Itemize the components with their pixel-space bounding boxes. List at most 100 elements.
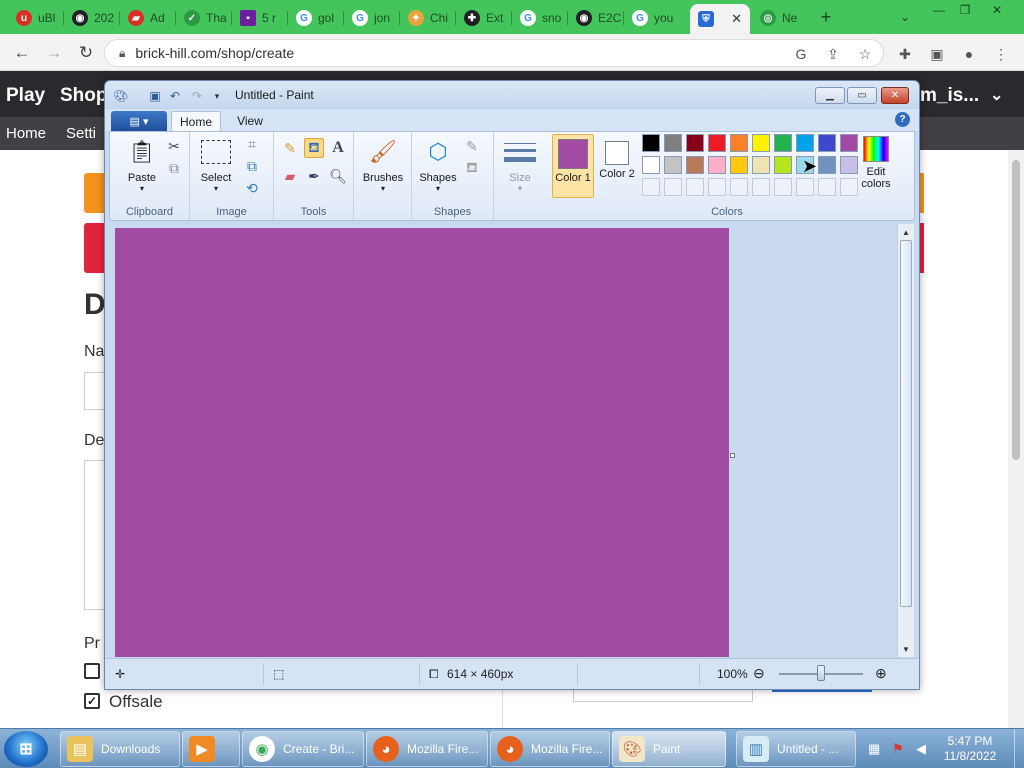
palette-swatch[interactable] — [730, 156, 748, 174]
close-tab-icon[interactable]: ✕ — [731, 11, 742, 27]
palette-custom-swatch[interactable] — [642, 178, 660, 196]
nav-username[interactable]: m_is... — [920, 85, 979, 107]
zoom-in-icon[interactable]: ⊕ — [875, 665, 887, 682]
browser-tab[interactable]: u uBl — [8, 6, 64, 30]
paint-canvas[interactable] — [115, 228, 729, 657]
price-checkbox[interactable] — [84, 663, 100, 679]
chevron-down-icon[interactable]: ⌄ — [990, 85, 1003, 105]
palette-swatch[interactable] — [664, 134, 682, 152]
paint-title-bar[interactable]: 🎨︎ ▣ ↶ ↷ ▾ Untitled - Paint ▁ ▭ ✕ — [105, 81, 919, 109]
color-picker-icon[interactable]: ✒ — [304, 166, 324, 186]
browser-tab[interactable]: Gjon — [344, 6, 400, 30]
paint-maximize-button[interactable]: ▭ — [847, 87, 877, 104]
undo-icon[interactable]: ↶ — [167, 88, 183, 104]
browser-tab[interactable]: Gsno — [512, 6, 568, 30]
palette-swatch[interactable] — [708, 134, 726, 152]
browser-tab[interactable]: ◉ E2C — [568, 6, 624, 30]
palette-swatch[interactable] — [752, 134, 770, 152]
action-center-icon[interactable]: ⚑ — [892, 741, 904, 757]
browser-restore-button[interactable]: ❐ — [952, 2, 978, 18]
name-input[interactable] — [84, 372, 106, 410]
palette-swatch[interactable] — [664, 156, 682, 174]
zoom-out-icon[interactable]: ⊖ — [753, 665, 765, 682]
eraser-icon[interactable]: ▰ — [280, 166, 300, 186]
browser-close-button[interactable]: ✕ — [984, 2, 1010, 18]
palette-swatch[interactable] — [752, 156, 770, 174]
offsale-checkbox[interactable]: ✓ — [84, 693, 100, 709]
outline-icon[interactable]: ✎ — [462, 136, 482, 156]
paste-button[interactable]: 📋︎ Paste ▾ — [120, 136, 164, 193]
volume-icon[interactable]: ◀ — [916, 741, 926, 757]
redo-icon[interactable]: ↷ — [189, 88, 205, 104]
canvas-resize-handle[interactable] — [730, 453, 735, 458]
tab-view[interactable]: View — [227, 111, 273, 131]
browser-tab[interactable]: ▰ Ad — [120, 6, 176, 30]
site-orange-button[interactable] — [84, 173, 106, 213]
taskbar-item-firefox[interactable]: ◕ Mozilla Fire... — [490, 731, 610, 767]
taskbar-item-notepad[interactable]: ▥ Untitled - ... — [736, 731, 856, 767]
pencil-icon[interactable]: ✎ — [280, 138, 300, 158]
site-red-button[interactable] — [84, 223, 106, 273]
more-menu-icon[interactable]: ⋮ — [992, 45, 1010, 63]
browser-tab[interactable]: ▪ 5 r — [232, 6, 288, 30]
browser-tab[interactable]: ✦ Chi — [400, 6, 456, 30]
page-scrollbar-thumb[interactable] — [1012, 160, 1020, 460]
palette-custom-swatch[interactable] — [796, 178, 814, 196]
select-button[interactable]: Select ▾ — [196, 136, 236, 193]
fill-icon[interactable]: ⛾ — [462, 158, 482, 178]
save-icon[interactable]: ▣ — [147, 88, 163, 104]
extensions-icon[interactable]: ✚ — [896, 45, 914, 63]
scroll-down-icon[interactable]: ▼ — [898, 642, 914, 656]
side-panel-icon[interactable]: ▣ — [928, 45, 946, 63]
subnav-home-link[interactable]: Home — [6, 125, 46, 142]
forward-button[interactable]: → — [42, 41, 66, 65]
help-icon[interactable]: ? — [895, 112, 910, 127]
brushes-button[interactable]: 🖌︎ Brushes ▾ — [360, 136, 406, 193]
browser-tab[interactable]: ◉ 202 — [64, 6, 120, 30]
tab-home[interactable]: Home — [171, 111, 221, 131]
paint-app-icon[interactable]: 🎨︎ — [113, 88, 129, 104]
palette-swatch[interactable] — [708, 156, 726, 174]
size-button[interactable]: Size ▾ — [500, 136, 540, 193]
palette-swatch[interactable] — [818, 156, 836, 174]
color1-button[interactable]: Color 1 — [552, 134, 594, 198]
paint-close-button[interactable]: ✕ — [881, 87, 909, 104]
address-bar[interactable]: 🔒︎ brick-hill.com/shop/create — [104, 39, 884, 67]
palette-swatch[interactable] — [642, 134, 660, 152]
description-textarea[interactable] — [84, 460, 106, 610]
color2-button[interactable]: Color 2 — [596, 134, 638, 198]
palette-custom-swatch[interactable] — [818, 178, 836, 196]
palette-swatch[interactable] — [686, 156, 704, 174]
copy-icon[interactable]: ⧉ — [164, 158, 184, 178]
taskbar-item-paint[interactable]: 🎨︎ Paint — [612, 731, 726, 767]
palette-swatch[interactable] — [774, 156, 792, 174]
palette-custom-swatch[interactable] — [752, 178, 770, 196]
browser-minimize-button[interactable]: — — [926, 2, 952, 18]
palette-swatch[interactable] — [818, 134, 836, 152]
fill-bucket-icon[interactable]: ⛾ — [304, 138, 324, 158]
taskbar-item-downloads[interactable]: ▤ Downloads — [60, 731, 180, 767]
browser-tab[interactable]: Ggol — [288, 6, 344, 30]
scroll-up-icon[interactable]: ▲ — [898, 225, 914, 239]
palette-custom-swatch[interactable] — [686, 178, 704, 196]
show-desktop-button[interactable] — [1014, 729, 1024, 768]
start-button[interactable]: ⊞ — [4, 731, 48, 767]
magnifier-icon[interactable]: 🔍︎ — [328, 166, 348, 186]
browser-tab[interactable]: ✓ Tha — [176, 6, 232, 30]
shapes-button[interactable]: ⬡ Shapes ▾ — [416, 136, 460, 193]
taskbar-item-media-player[interactable]: ▶ — [182, 731, 240, 767]
paint-file-menu-button[interactable]: ▤ ▾ — [111, 111, 167, 131]
paint-vertical-scrollbar[interactable]: ▲ ▼ — [897, 224, 914, 657]
share-icon[interactable]: ⇪ — [824, 45, 842, 63]
palette-custom-swatch[interactable] — [730, 178, 748, 196]
cut-icon[interactable]: ✂ — [164, 136, 184, 156]
zoom-slider-thumb[interactable] — [817, 665, 825, 681]
rotate-icon[interactable]: ⟲ — [242, 178, 262, 198]
browser-tab[interactable]: ✚ Ext — [456, 6, 512, 30]
google-lens-icon[interactable]: G — [792, 45, 810, 63]
palette-swatch[interactable] — [796, 134, 814, 152]
nav-shop-link[interactable]: Shop — [60, 85, 108, 107]
palette-custom-swatch[interactable] — [708, 178, 726, 196]
network-icon[interactable]: ▦ — [868, 741, 880, 757]
palette-custom-swatch[interactable] — [774, 178, 792, 196]
